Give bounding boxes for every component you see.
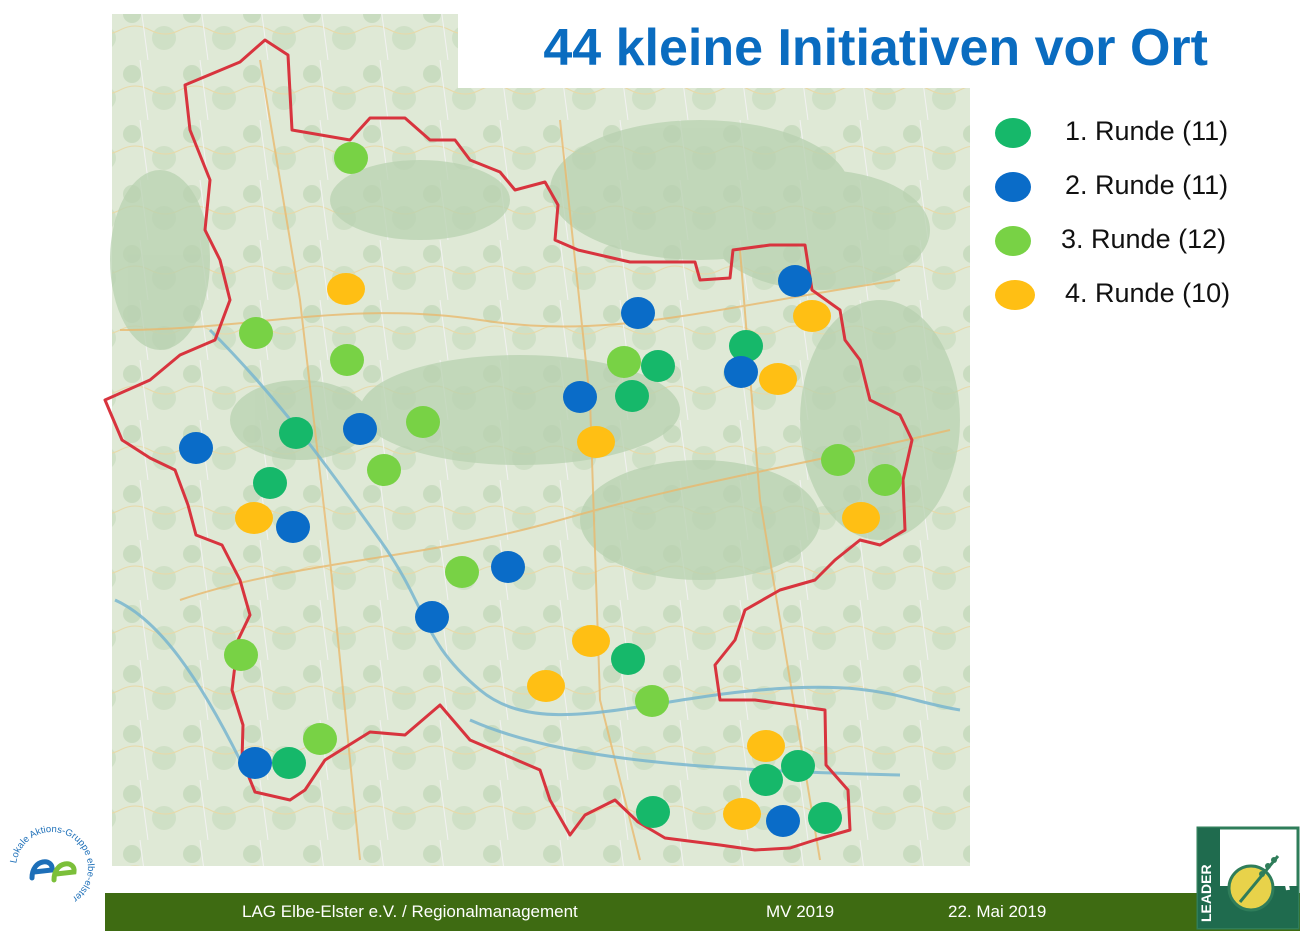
marker-runde-1 <box>279 417 313 449</box>
marker-runde-4 <box>723 798 761 830</box>
marker-runde-2 <box>276 511 310 543</box>
marker-runde-3 <box>635 685 669 717</box>
marker-runde-1 <box>611 643 645 675</box>
footer-event: MV 2019 <box>766 902 835 921</box>
legend-item-runde-1: 1. Runde (11) <box>995 112 1295 152</box>
marker-runde-2 <box>778 265 812 297</box>
legend-label-runde-3: 3. Runde (12) <box>1061 224 1227 254</box>
marker-runde-4 <box>327 273 365 305</box>
marker-runde-2 <box>724 356 758 388</box>
marker-runde-4 <box>747 730 785 762</box>
marker-runde-3 <box>330 344 364 376</box>
marker-runde-1 <box>641 350 675 382</box>
marker-runde-4 <box>572 625 610 657</box>
marker-runde-4 <box>527 670 565 702</box>
marker-runde-3 <box>224 639 258 671</box>
marker-runde-3 <box>821 444 855 476</box>
marker-runde-4 <box>235 502 273 534</box>
leader-logo-text: LEADER <box>1198 864 1214 922</box>
marker-runde-1 <box>253 467 287 499</box>
marker-runde-3 <box>406 406 440 438</box>
marker-runde-3 <box>239 317 273 349</box>
lag-logo: Lokale Aktions-Gruppe elbe-elster <box>8 824 96 904</box>
marker-runde-2 <box>563 381 597 413</box>
legend-item-runde-3: 3. Runde (12) <box>995 220 1295 260</box>
marker-runde-4 <box>759 363 797 395</box>
marker-runde-2 <box>766 805 800 837</box>
marker-runde-4 <box>577 426 615 458</box>
marker-runde-1 <box>781 750 815 782</box>
legend-item-runde-4: 4. Runde (10) <box>995 274 1295 314</box>
legend-label-runde-1: 1. Runde (11) <box>1065 116 1229 146</box>
marker-runde-2 <box>343 413 377 445</box>
marker-runde-3 <box>367 454 401 486</box>
legend-swatch-runde-1 <box>995 118 1031 148</box>
marker-runde-1 <box>615 380 649 412</box>
marker-runde-2 <box>491 551 525 583</box>
marker-runde-1 <box>636 796 670 828</box>
marker-runde-2 <box>415 601 449 633</box>
legend-swatch-runde-2 <box>995 172 1031 202</box>
legend-label-runde-2: 2. Runde (11) <box>1065 170 1229 200</box>
footer-date: 22. Mai 2019 <box>948 902 1047 921</box>
legend-item-runde-2: 2. Runde (11) <box>995 166 1295 206</box>
marker-runde-1 <box>808 802 842 834</box>
legend-label-runde-4: 4. Runde (10) <box>1065 278 1231 308</box>
slide-title: 44 kleine Initiativen vor Ort <box>458 8 1258 88</box>
marker-runde-3 <box>445 556 479 588</box>
marker-runde-1 <box>749 764 783 796</box>
marker-runde-1 <box>272 747 306 779</box>
marker-runde-3 <box>334 142 368 174</box>
footer-organisation: LAG Elbe-Elster e.V. / Regionalmanagemen… <box>242 902 578 921</box>
marker-runde-3 <box>303 723 337 755</box>
legend-swatch-runde-4 <box>995 280 1035 310</box>
legend-swatch-runde-3 <box>995 226 1031 256</box>
marker-runde-2 <box>179 432 213 464</box>
marker-runde-4 <box>842 502 880 534</box>
leader-logo: LEADER <box>1196 826 1300 930</box>
marker-runde-2 <box>238 747 272 779</box>
marker-runde-3 <box>868 464 902 496</box>
marker-runde-3 <box>607 346 641 378</box>
footer-bar: LAG Elbe-Elster e.V. / Regionalmanagemen… <box>105 893 1300 931</box>
marker-runde-2 <box>621 297 655 329</box>
marker-runde-4 <box>793 300 831 332</box>
